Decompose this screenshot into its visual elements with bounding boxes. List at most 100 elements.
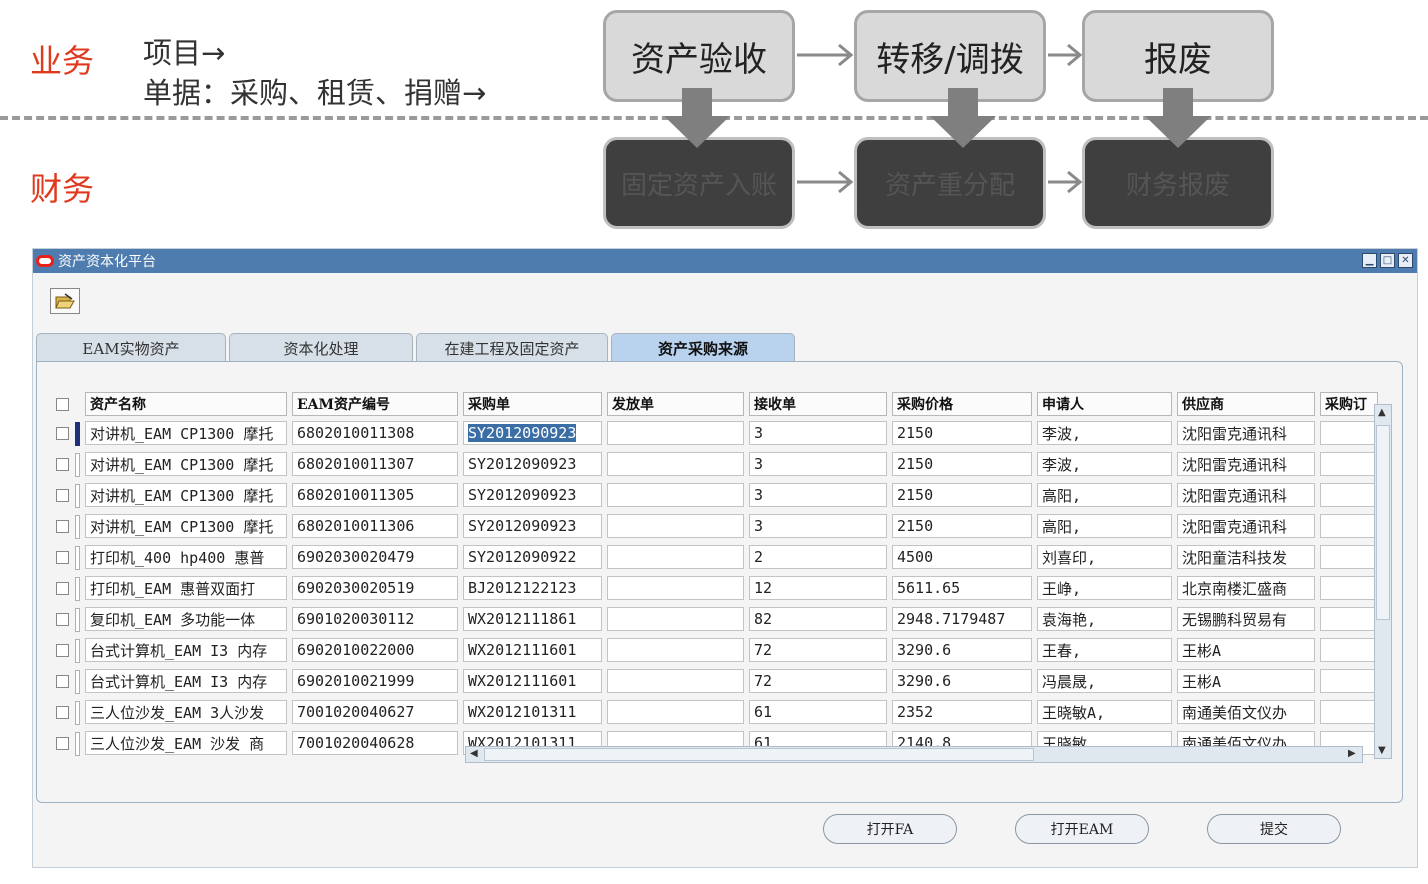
- table-cell[interactable]: [1320, 576, 1378, 600]
- table-cell[interactable]: 打印机_EAM 惠普双面打: [85, 576, 287, 600]
- table-cell[interactable]: 6902030020519: [292, 576, 458, 600]
- table-cell[interactable]: 7001020040628: [292, 731, 458, 755]
- table-cell[interactable]: 7001020040627: [292, 700, 458, 724]
- column-header[interactable]: EAM资产编号: [292, 392, 458, 416]
- table-cell[interactable]: 6802010011305: [292, 483, 458, 507]
- table-cell[interactable]: 南通美佰文仪办: [1177, 700, 1315, 724]
- table-cell[interactable]: [607, 638, 744, 662]
- table-cell[interactable]: WX2012101311: [463, 700, 602, 724]
- select-all-checkbox[interactable]: [56, 397, 69, 411]
- table-cell[interactable]: 3290.6: [892, 638, 1032, 662]
- row-checkbox[interactable]: [56, 520, 69, 533]
- table-cell[interactable]: 王彬A: [1177, 638, 1315, 662]
- table-cell[interactable]: 高阳,: [1037, 483, 1172, 507]
- table-cell[interactable]: [607, 607, 744, 631]
- row-checkbox[interactable]: [56, 458, 69, 471]
- table-cell[interactable]: 冯晨晟,: [1037, 669, 1172, 693]
- table-cell[interactable]: 对讲机_EAM CP1300 摩托: [85, 421, 287, 445]
- table-cell[interactable]: 袁海艳,: [1037, 607, 1172, 631]
- table-cell[interactable]: 6902010021999: [292, 669, 458, 693]
- minimize-icon[interactable]: ▁: [1362, 253, 1377, 268]
- table-cell[interactable]: [607, 576, 744, 600]
- table-cell[interactable]: [607, 421, 744, 445]
- column-header[interactable]: 资产名称: [85, 392, 287, 416]
- table-cell[interactable]: 5611.65: [892, 576, 1032, 600]
- table-row[interactable]: 打印机_EAM 惠普双面打 6902030020519 BJ2012122123 12…: [47, 573, 1382, 604]
- table-cell[interactable]: [607, 514, 744, 538]
- table-cell[interactable]: 6802010011307: [292, 452, 458, 476]
- row-checkbox[interactable]: [56, 737, 69, 750]
- table-cell[interactable]: 沈阳雷克通讯科: [1177, 452, 1315, 476]
- table-cell[interactable]: 6901020030112: [292, 607, 458, 631]
- table-cell[interactable]: 对讲机_EAM CP1300 摩托: [85, 452, 287, 476]
- row-checkbox[interactable]: [56, 613, 69, 626]
- table-row[interactable]: 对讲机_EAM CP1300 摩托 6802010011305 SY20120909…: [47, 480, 1382, 511]
- table-cell[interactable]: SY2012090922: [463, 545, 602, 569]
- table-cell[interactable]: WX2012111601: [463, 669, 602, 693]
- table-cell[interactable]: 2352: [892, 700, 1032, 724]
- table-cell[interactable]: 82: [749, 607, 887, 631]
- table-cell[interactable]: SY2012090923: [463, 452, 602, 476]
- row-checkbox[interactable]: [56, 706, 69, 719]
- table-cell[interactable]: 王彬A: [1177, 669, 1315, 693]
- table-cell[interactable]: 王晓敏A,: [1037, 700, 1172, 724]
- table-cell[interactable]: 对讲机_EAM CP1300 摩托: [85, 514, 287, 538]
- column-header[interactable]: 供应商: [1177, 392, 1315, 416]
- table-cell[interactable]: 无锡鹏科贸易有: [1177, 607, 1315, 631]
- table-cell[interactable]: 2150: [892, 483, 1032, 507]
- table-cell[interactable]: [1320, 545, 1378, 569]
- table-cell[interactable]: 李波,: [1037, 421, 1172, 445]
- table-cell[interactable]: 12: [749, 576, 887, 600]
- scroll-up-icon[interactable]: ▲: [1378, 407, 1386, 418]
- table-cell[interactable]: 复印机_EAM 多功能一体: [85, 607, 287, 631]
- table-cell[interactable]: 2150: [892, 452, 1032, 476]
- row-checkbox[interactable]: [56, 644, 69, 657]
- row-checkbox[interactable]: [56, 551, 69, 564]
- column-header[interactable]: 采购单: [463, 392, 602, 416]
- table-cell[interactable]: [1320, 700, 1378, 724]
- table-cell[interactable]: [607, 700, 744, 724]
- table-cell[interactable]: 沈阳雷克通讯科: [1177, 421, 1315, 445]
- table-cell[interactable]: 3: [749, 421, 887, 445]
- table-cell[interactable]: 台式计算机_EAM I3 内存: [85, 669, 287, 693]
- table-cell[interactable]: 72: [749, 669, 887, 693]
- table-cell[interactable]: 6902030020479: [292, 545, 458, 569]
- open-fa-button[interactable]: 打开FA: [823, 814, 957, 844]
- table-cell[interactable]: [1320, 669, 1378, 693]
- table-cell[interactable]: SY2012090923: [463, 514, 602, 538]
- table-cell[interactable]: 6802010011306: [292, 514, 458, 538]
- tab-capitalization[interactable]: 资本化处理: [229, 333, 413, 362]
- table-cell[interactable]: 沈阳雷克通讯科: [1177, 514, 1315, 538]
- table-cell[interactable]: 王春,: [1037, 638, 1172, 662]
- scroll-right-icon[interactable]: ▶: [1348, 748, 1356, 759]
- table-cell[interactable]: 4500: [892, 545, 1032, 569]
- table-cell[interactable]: 王峥,: [1037, 576, 1172, 600]
- table-cell[interactable]: SY2012090923: [463, 483, 602, 507]
- table-cell[interactable]: [607, 483, 744, 507]
- table-cell[interactable]: [607, 452, 744, 476]
- table-cell[interactable]: [1320, 638, 1378, 662]
- submit-button[interactable]: 提交: [1207, 814, 1341, 844]
- table-cell[interactable]: 3: [749, 452, 887, 476]
- table-cell[interactable]: 李波,: [1037, 452, 1172, 476]
- table-cell[interactable]: 三人位沙发_EAM 沙发 商: [85, 731, 287, 755]
- table-cell[interactable]: 对讲机_EAM CP1300 摩托: [85, 483, 287, 507]
- table-row[interactable]: 台式计算机_EAM I3 内存 6902010022000 WX2012111601…: [47, 635, 1382, 666]
- tab-construction-fixed-assets[interactable]: 在建工程及固定资产: [416, 333, 608, 362]
- table-cell[interactable]: WX2012111601: [463, 638, 602, 662]
- table-cell[interactable]: 沈阳童洁科技发: [1177, 545, 1315, 569]
- table-cell[interactable]: 6802010011308: [292, 421, 458, 445]
- table-cell[interactable]: 高阳,: [1037, 514, 1172, 538]
- table-cell[interactable]: [1320, 607, 1378, 631]
- row-checkbox[interactable]: [56, 675, 69, 688]
- table-row[interactable]: 对讲机_EAM CP1300 摩托 6802010011308 SY20120909…: [47, 418, 1382, 449]
- column-header[interactable]: 发放单: [607, 392, 744, 416]
- table-row[interactable]: 台式计算机_EAM I3 内存 6902010021999 WX2012111601…: [47, 666, 1382, 697]
- row-checkbox[interactable]: [56, 427, 69, 440]
- row-checkbox[interactable]: [56, 582, 69, 595]
- table-cell[interactable]: [607, 669, 744, 693]
- table-cell[interactable]: 2948.7179487: [892, 607, 1032, 631]
- column-header[interactable]: 申请人: [1037, 392, 1172, 416]
- table-cell[interactable]: [1320, 421, 1378, 445]
- table-cell[interactable]: 72: [749, 638, 887, 662]
